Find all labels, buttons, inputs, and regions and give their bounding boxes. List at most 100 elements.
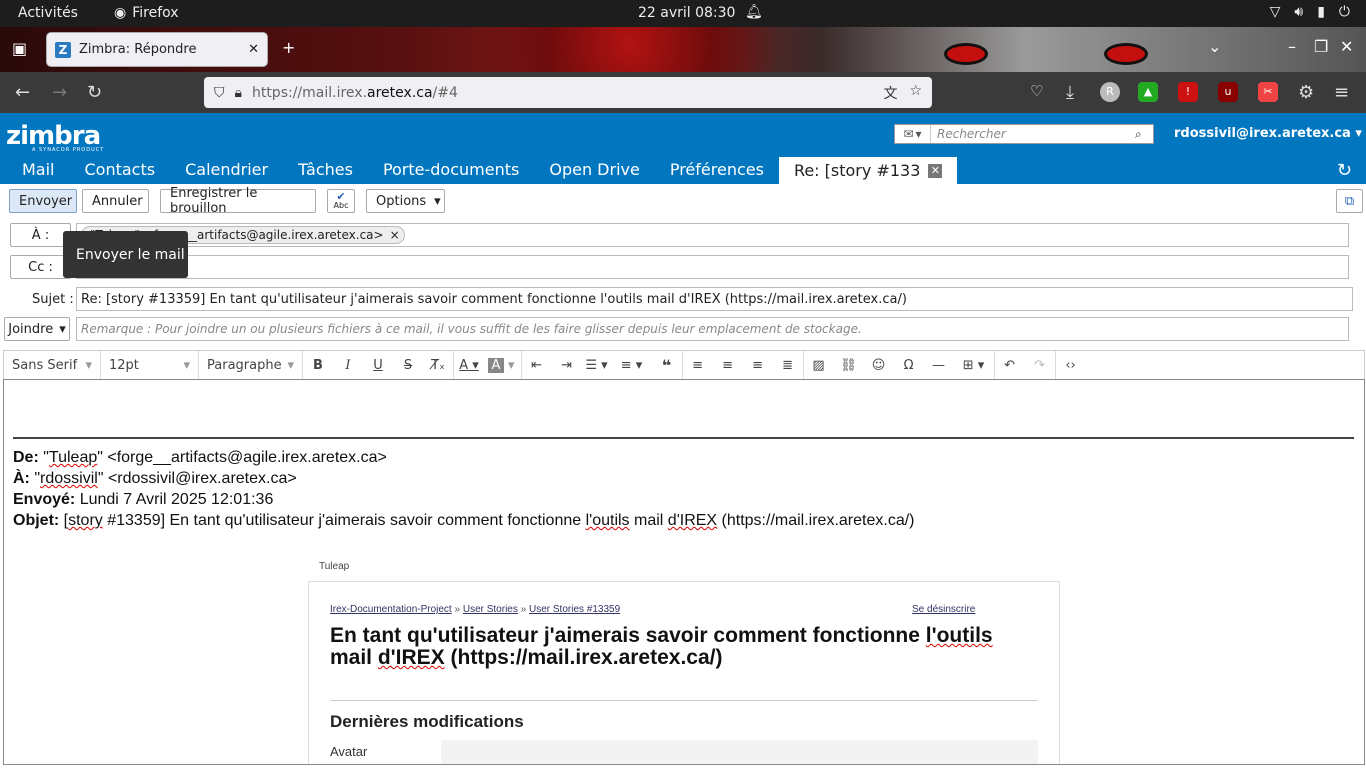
reload-icon[interactable]: ↻ [87, 82, 102, 103]
browser-tab[interactable]: Z Zimbra: Répondre ✕ [47, 33, 267, 66]
tab-open-drive[interactable]: Open Drive [534, 157, 654, 184]
extension-red-icon[interactable]: ! [1178, 82, 1198, 102]
extension-green-icon[interactable]: ▲ [1138, 82, 1158, 102]
blockquote-icon[interactable]: ❝ [652, 356, 682, 375]
tab-list-icon[interactable]: ▣ [12, 39, 27, 58]
subject-field[interactable]: Re: [story #13359] En tant qu'utilisateu… [76, 287, 1353, 311]
bullet-list-icon[interactable]: ☰ ▾ [582, 358, 612, 373]
system-tray[interactable]: ▽ 🔊︎ ▮ ⏻ [1270, 4, 1350, 20]
cc-field[interactable] [76, 255, 1349, 279]
strikethrough-icon[interactable]: S [393, 358, 423, 373]
tuleap-sender: Tuleap [319, 561, 350, 572]
detach-window-button[interactable]: ⧉ [1336, 189, 1363, 213]
breadcrumb-project-link[interactable]: Irex-Documentation-Project [330, 604, 452, 615]
bookmark-star-icon[interactable]: ☆ [909, 83, 922, 103]
new-tab-icon[interactable]: + [282, 38, 295, 57]
to-field[interactable]: "Tuleap" <forge__artifacts@agile.irex.ar… [76, 223, 1349, 247]
numbered-list-icon[interactable]: ≡ ▾ [612, 358, 652, 373]
attach-dropdown[interactable]: Joindre ▾ [4, 317, 70, 341]
search-box[interactable]: ✉ ▾ Rechercher ⌕ [894, 124, 1154, 144]
url-bar[interactable]: ⛉ 🔒︎ https://mail.irex.aretex.ca/#4 文 ☆ [204, 77, 932, 108]
align-right-icon[interactable]: ≡ [743, 358, 773, 373]
zimbra-header: zimbra A SYNACOR PRODUCT ✉ ▾ Rechercher ⌕ … [0, 113, 1366, 157]
align-left-icon[interactable]: ≡ [683, 358, 713, 373]
zimbra-logo[interactable]: zimbra A SYNACOR PRODUCT [6, 121, 104, 153]
close-tab-icon[interactable]: ✕ [928, 163, 943, 178]
downloads-icon[interactable]: ⤓ [1066, 82, 1074, 103]
extension-pdf-icon[interactable]: ✂ [1258, 82, 1278, 102]
back-icon[interactable]: ← [15, 82, 30, 103]
menu-icon[interactable]: ≡ [1334, 82, 1349, 103]
attachment-drop-zone[interactable]: Remarque : Pour joindre un ou plusieurs … [76, 317, 1349, 341]
to-button[interactable]: À : [10, 223, 71, 247]
clock[interactable]: 22 avril 08:30 [638, 5, 735, 21]
spellcheck-button[interactable]: ✔ Abc [327, 189, 355, 213]
cc-button[interactable]: Cc : [10, 255, 71, 279]
caret-down-icon[interactable]: ▾ [508, 358, 515, 373]
url-text: https://mail.irex.aretex.ca/#4 [251, 84, 458, 101]
search-input[interactable]: Rechercher [931, 127, 1135, 141]
italic-icon[interactable]: I [333, 358, 363, 373]
send-button[interactable]: Envoyer [9, 189, 77, 213]
tab-briefcase[interactable]: Porte-documents [368, 157, 534, 184]
ublock-icon[interactable]: u [1218, 82, 1238, 102]
unsubscribe-link[interactable]: Se désinscrire [912, 604, 975, 615]
background-color-icon[interactable]: A [488, 357, 504, 373]
app-menu[interactable]: ◉ Firefox [114, 5, 179, 21]
wifi-icon: ▽ [1269, 4, 1281, 20]
source-code-icon[interactable]: ‹› [1056, 358, 1086, 373]
extensions-icon[interactable]: ⚙ [1298, 82, 1314, 103]
editor-toolbar: Sans Serif ▾ 12pt ▾ Paragraphe ▾ B I U S T̸… [3, 350, 1365, 380]
breadcrumb-tracker-link[interactable]: User Stories [463, 604, 518, 615]
chevron-down-icon[interactable]: ⌄ [1208, 37, 1221, 56]
emoji-icon[interactable]: ☺ [864, 358, 894, 373]
minimize-icon[interactable]: – [1288, 37, 1296, 56]
pocket-icon[interactable]: ♡ [1030, 82, 1043, 100]
remove-recipient-icon[interactable]: × [390, 228, 400, 242]
refresh-icon[interactable]: ↻ [1337, 160, 1352, 181]
block-format-select[interactable]: Paragraphe ▾ [199, 350, 303, 380]
tab-mail[interactable]: Mail [0, 157, 70, 184]
close-tab-icon[interactable]: ✕ [248, 42, 259, 57]
tab-contacts[interactable]: Contacts [70, 157, 171, 184]
font-size-select[interactable]: 12pt ▾ [101, 350, 199, 380]
tab-tasks[interactable]: Tâches [283, 157, 368, 184]
maximize-icon[interactable]: ❐ [1314, 37, 1328, 56]
special-char-icon[interactable]: Ω [894, 358, 924, 373]
activities-button[interactable]: Activités [18, 5, 78, 21]
table-icon[interactable]: ⊞ ▾ [954, 358, 994, 373]
font-family-select[interactable]: Sans Serif ▾ [4, 350, 101, 380]
underline-icon[interactable]: U [363, 358, 393, 373]
undo-icon[interactable]: ↶ [995, 358, 1025, 373]
forward-icon[interactable]: → [52, 82, 67, 103]
link-icon[interactable]: ⛓ [834, 358, 864, 373]
options-dropdown[interactable]: Options ▾ [366, 189, 445, 213]
save-draft-button[interactable]: Enregistrer le brouillon [160, 186, 316, 216]
bold-icon[interactable]: B [303, 358, 333, 373]
indent-icon[interactable]: ⇥ [552, 358, 582, 373]
breadcrumb-artifact-link[interactable]: User Stories #13359 [529, 604, 620, 615]
tab-calendar[interactable]: Calendrier [170, 157, 283, 184]
justify-icon[interactable]: ≣ [773, 358, 803, 373]
tab-preferences[interactable]: Préférences [655, 157, 779, 184]
align-center-icon[interactable]: ≡ [713, 358, 743, 373]
close-window-icon[interactable]: ✕ [1340, 37, 1353, 56]
send-tooltip: Envoyer le mail [63, 231, 188, 278]
redo-icon[interactable]: ↷ [1025, 358, 1055, 373]
breadcrumb: Irex-Documentation-Project » User Storie… [330, 604, 621, 615]
tab-compose-reply[interactable]: Re: [story #133 ✕ [778, 157, 958, 184]
search-icon[interactable]: ⌕ [1135, 127, 1153, 142]
outdent-icon[interactable]: ⇤ [522, 358, 552, 373]
extension-r-icon[interactable]: R [1100, 82, 1120, 102]
caret-down-icon: ▾ [915, 127, 922, 141]
text-color-icon[interactable]: A ▾ [454, 358, 484, 373]
image-icon[interactable]: ▨ [804, 358, 834, 373]
search-type-dropdown[interactable]: ✉ ▾ [895, 125, 931, 143]
clear-format-icon[interactable]: T̸ₓ [423, 358, 453, 373]
cancel-button[interactable]: Annuler [82, 189, 149, 213]
message-editor[interactable]: De: "Tuleap" <forge__artifacts@agile.ire… [3, 379, 1365, 765]
caret-down-icon: ▾ [434, 193, 441, 209]
horizontal-rule-icon[interactable]: — [924, 358, 954, 373]
user-menu[interactable]: rdossivil@irex.aretex.ca ▾ [1174, 126, 1362, 141]
translate-icon[interactable]: 文 [883, 83, 897, 103]
